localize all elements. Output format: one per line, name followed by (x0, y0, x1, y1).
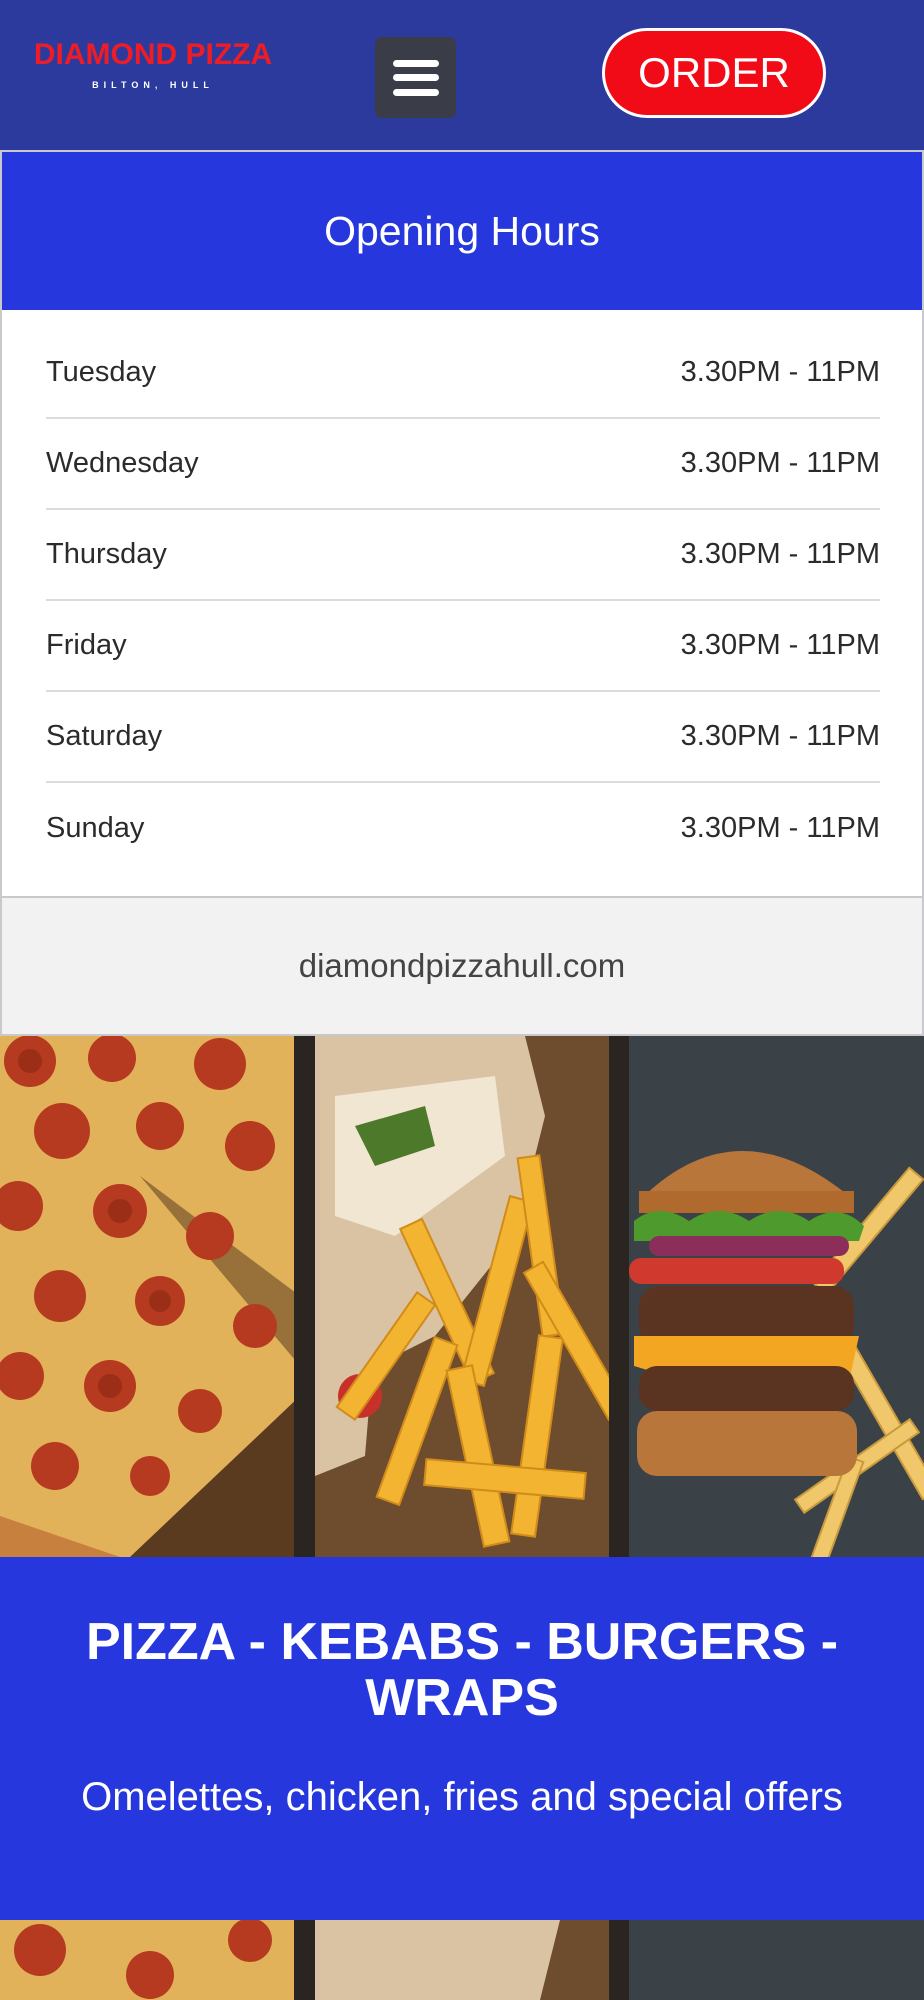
logo-title: DIAMOND PIZZA (33, 38, 273, 71)
wrap-fries-image (315, 1036, 609, 1557)
website-link[interactable]: diamondpizzahull.com (2, 896, 922, 1034)
pizza-image (0, 1036, 294, 1557)
burger-image (629, 1036, 924, 1557)
hours-time: 3.30PM - 11PM (680, 720, 880, 752)
hours-time: 3.30PM - 11PM (680, 538, 880, 570)
opening-hours-title: Opening Hours (2, 152, 922, 310)
hours-day: Thursday (46, 538, 167, 570)
hours-row: Tuesday 3.30PM - 11PM (46, 328, 880, 419)
hours-row: Thursday 3.30PM - 11PM (46, 510, 880, 601)
opening-hours-card: Opening Hours Tuesday 3.30PM - 11PM Wedn… (0, 150, 924, 1036)
promo-subtitle: Omelettes, chicken, fries and special of… (81, 1775, 843, 1819)
food-banner-image (0, 1036, 924, 1557)
hours-time: 3.30PM - 11PM (680, 629, 880, 661)
hours-row: Saturday 3.30PM - 11PM (46, 692, 880, 783)
hours-list: Tuesday 3.30PM - 11PM Wednesday 3.30PM -… (46, 328, 880, 874)
hours-row: Wednesday 3.30PM - 11PM (46, 419, 880, 510)
logo[interactable]: DIAMOND PIZZA BILTON, HULL (22, 38, 284, 91)
hours-day: Saturday (46, 720, 163, 752)
hours-time: 3.30PM - 11PM (680, 356, 880, 388)
hours-row: Friday 3.30PM - 11PM (46, 601, 880, 692)
hours-day: Sunday (46, 812, 145, 844)
site-header: DIAMOND PIZZA BILTON, HULL ORDER (0, 0, 924, 150)
hamburger-menu-icon (392, 59, 439, 96)
hours-day: Friday (46, 629, 127, 661)
menu-button[interactable] (375, 37, 456, 118)
hours-row: Sunday 3.30PM - 11PM (46, 783, 880, 874)
logo-subtitle: BILTON, HULL (92, 80, 214, 90)
promo-section: PIZZA - KEBABS - BURGERS - WRAPS Omelett… (0, 1557, 924, 1920)
promo-title: PIZZA - KEBABS - BURGERS - WRAPS (85, 1613, 839, 1727)
hours-time: 3.30PM - 11PM (680, 447, 880, 479)
hours-time: 3.30PM - 11PM (680, 812, 880, 844)
hours-day: Wednesday (46, 447, 199, 479)
food-banner-image-bottom (0, 1920, 924, 2000)
order-button[interactable]: ORDER (602, 28, 826, 118)
hours-day: Tuesday (46, 356, 157, 388)
